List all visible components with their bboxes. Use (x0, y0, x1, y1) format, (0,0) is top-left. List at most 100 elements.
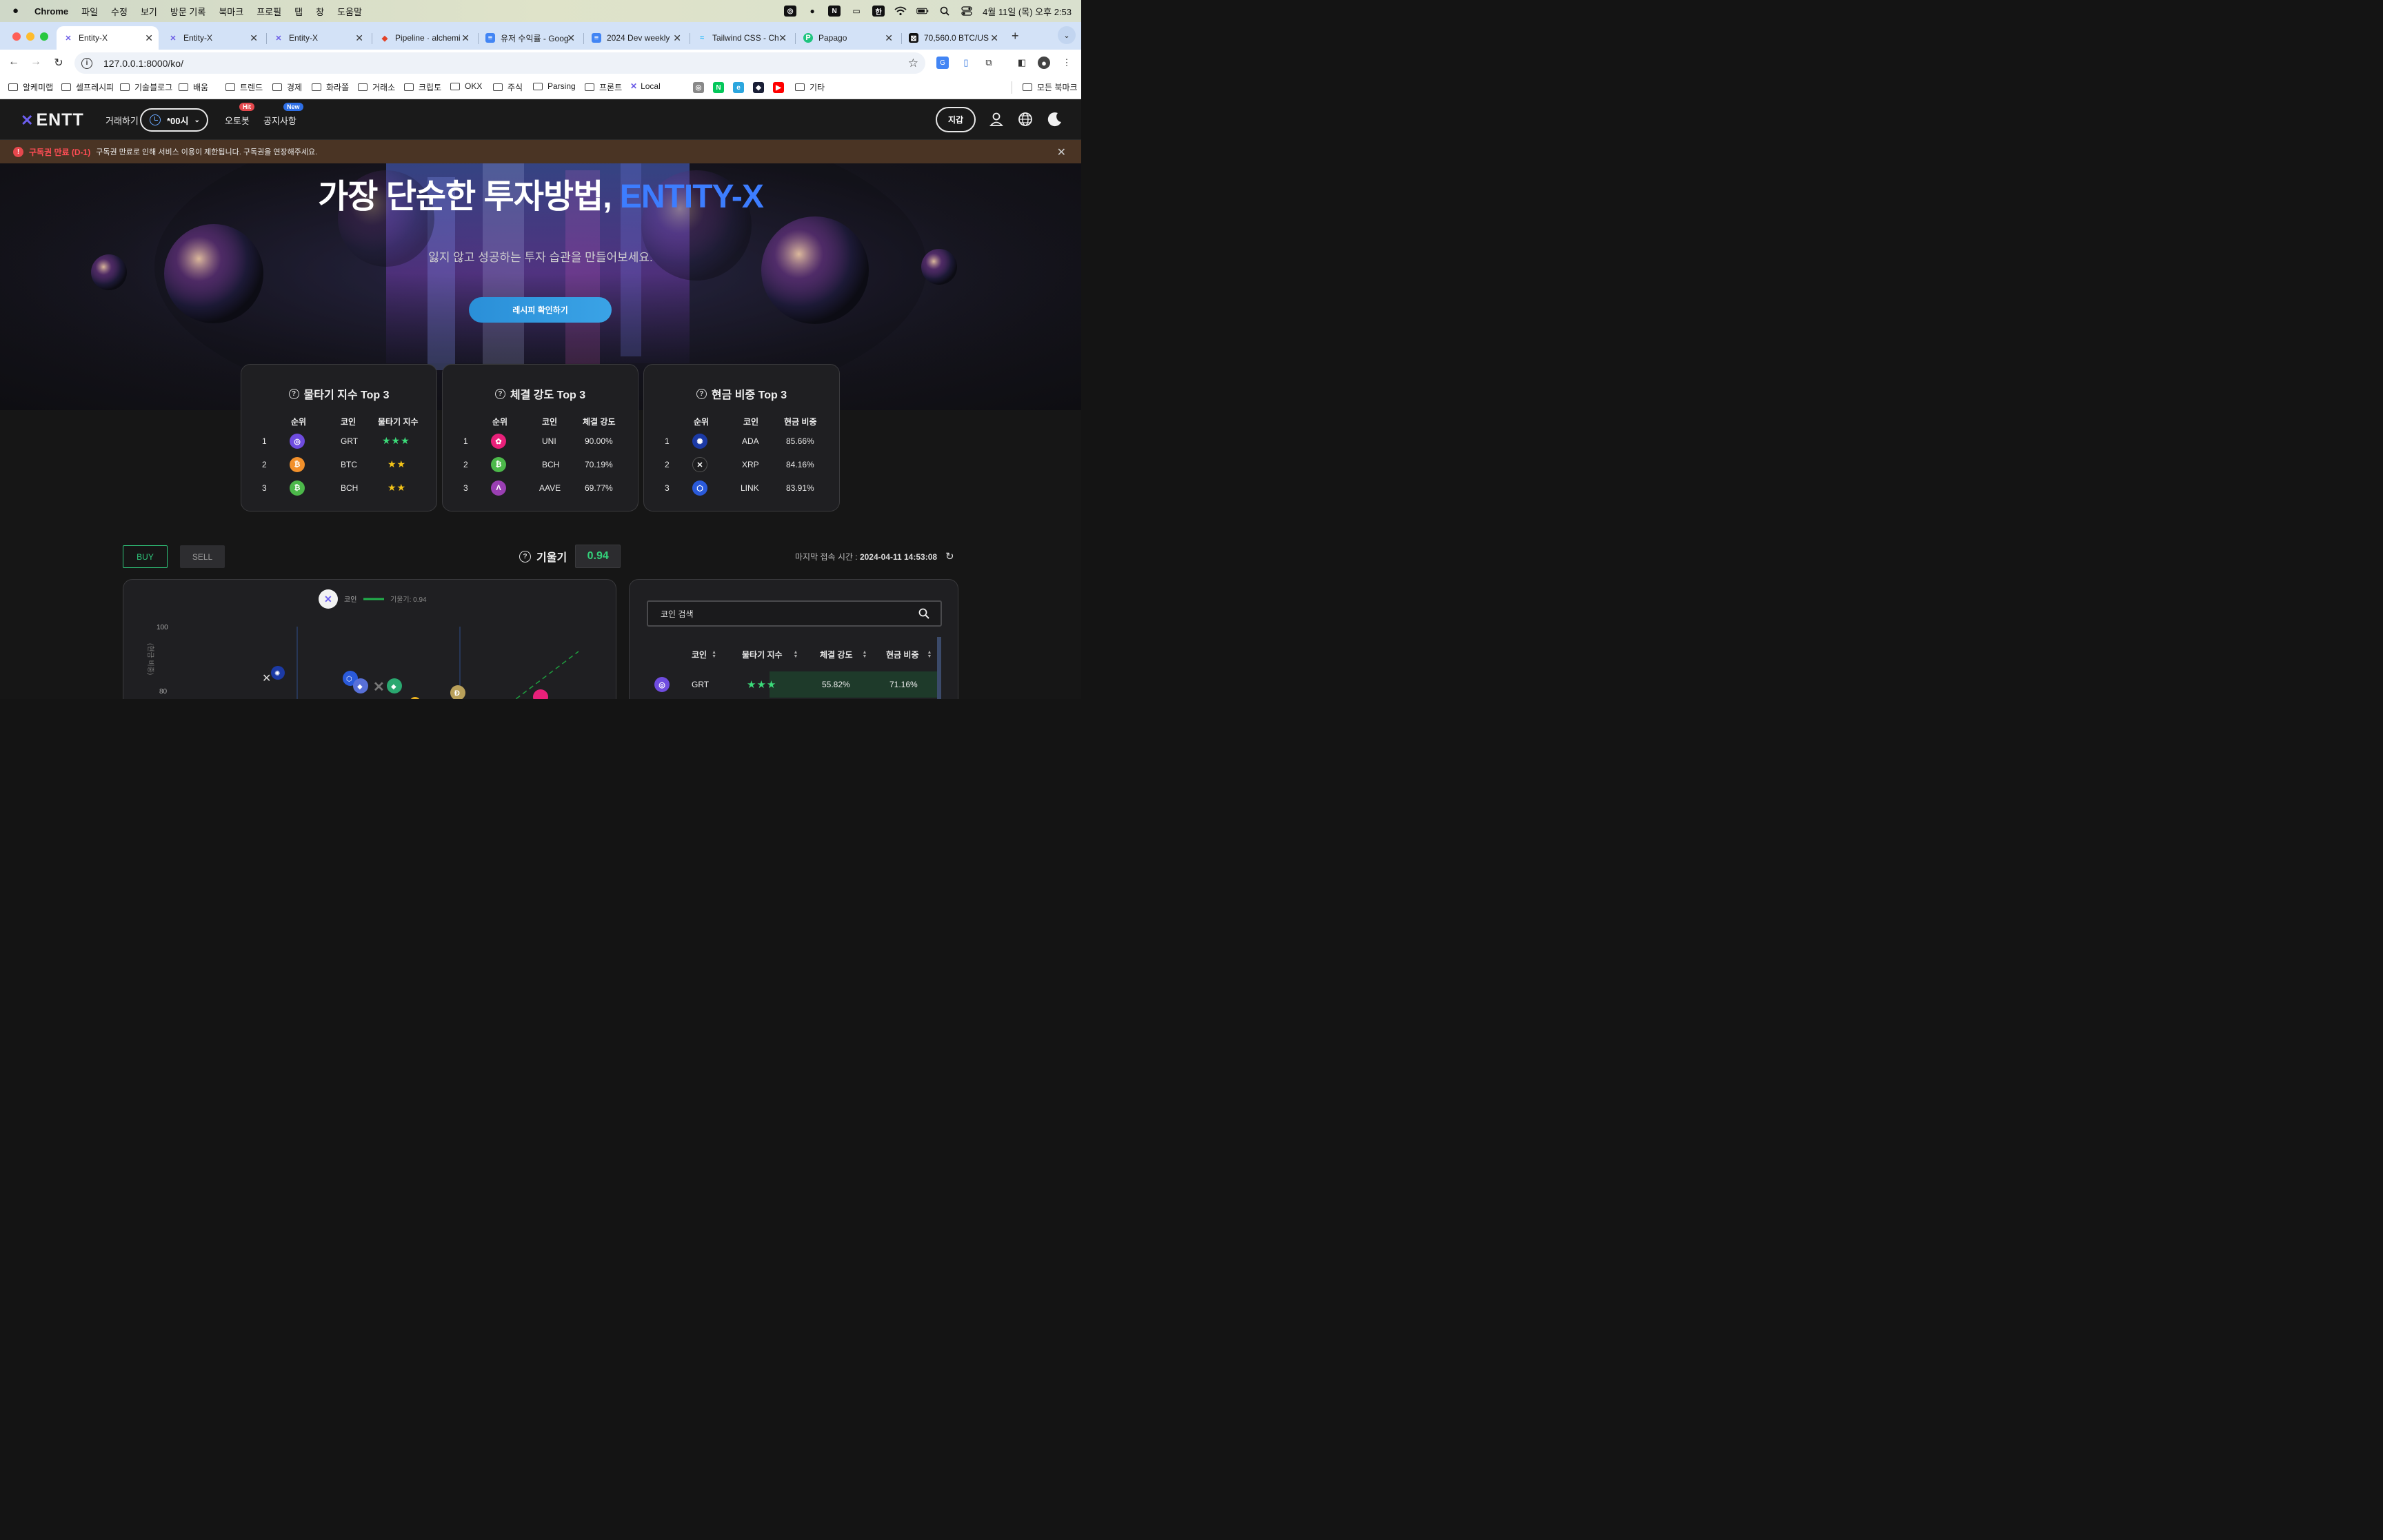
help-icon[interactable]: ? (494, 388, 505, 399)
bookmark-link[interactable]: ✕ Local (630, 81, 661, 91)
bookmark-folder[interactable]: 화라쫄 (312, 81, 349, 93)
globe-icon[interactable] (1017, 111, 1034, 128)
side-panel-icon[interactable]: ◧ (1016, 57, 1028, 69)
bookmark-folder[interactable]: 기술블로그 (120, 81, 172, 93)
control-center-icon[interactable] (961, 6, 973, 16)
menu-window[interactable]: 창 (316, 5, 324, 18)
table-row[interactable]: ◎ GRT ★★★ 55.82% 71.16% (630, 671, 937, 698)
table-row[interactable]: 3 ⬡ LINK 83.91% (644, 480, 839, 497)
help-icon[interactable]: ? (288, 388, 299, 399)
table-row[interactable]: 3 ₿ BCH ★★ (241, 480, 436, 497)
table-row[interactable]: 1 ✺ ADA 85.66% (644, 434, 839, 450)
site-info-icon[interactable]: i (81, 57, 92, 69)
tab-close-icon[interactable]: ✕ (778, 32, 787, 44)
forward-arrow-icon[interactable]: → (29, 56, 43, 68)
tab-close-icon[interactable]: ✕ (250, 32, 258, 44)
bookmark-folder[interactable]: 프론트 (585, 81, 622, 93)
refresh-icon[interactable]: ↻ (945, 550, 954, 563)
table-row[interactable]: 1 ◎ GRT ★★★ (241, 434, 436, 450)
browser-tab-4[interactable]: ◆ Pipeline · alchemi ✕ (373, 26, 475, 50)
browser-tab-5[interactable]: ≡ 유저 수익률 - Goog ✕ (479, 26, 581, 50)
nav-autobot-link[interactable]: 오토봇 (225, 114, 250, 127)
tab-close-icon[interactable]: ✕ (145, 32, 153, 44)
tab-close-icon[interactable]: ✕ (885, 32, 893, 44)
browser-tab-2[interactable]: ✕ Entity-X ✕ (161, 26, 263, 50)
chat-status-icon[interactable]: ● (806, 6, 818, 16)
menu-help[interactable]: 도움말 (337, 5, 362, 18)
extensions-puzzle-icon[interactable]: ⧉ (983, 57, 995, 69)
table-row[interactable]: 2 ₿ BTC ★★ (241, 457, 436, 474)
browser-tab-3[interactable]: ✕ Entity-X ✕ (267, 26, 369, 50)
bookmark-folder[interactable]: Parsing (533, 81, 576, 91)
window-close-button[interactable] (12, 32, 21, 41)
help-icon[interactable]: ? (519, 550, 531, 563)
battery-icon[interactable] (916, 6, 929, 16)
browser-tab-9[interactable]: ⊠ 70,560.0 BTC/US ✕ (902, 26, 1004, 50)
wallet-button[interactable]: 지갑 (936, 107, 976, 132)
table-row[interactable]: 1 ✿ UNI 90.00% (443, 434, 638, 450)
col-header-water-index[interactable]: 물타기 지수 ▲ ▼ (742, 649, 798, 660)
recipe-cta-button[interactable]: 레시피 확인하기 (469, 297, 612, 323)
table-row[interactable]: 2 ₿ BCH 70.19% (443, 457, 638, 474)
buy-tab-button[interactable]: BUY (123, 545, 168, 568)
nav-trade-link[interactable]: 거래하기 (105, 114, 139, 127)
bookmark-folder[interactable]: 경제 (272, 81, 302, 93)
window-status-icon[interactable]: ▭ (850, 6, 863, 16)
profile-avatar[interactable]: ● (1038, 57, 1050, 69)
youtube-bookmark-icon[interactable]: ▶ (773, 82, 784, 93)
site-logo[interactable]: ✕ ENTT (21, 110, 84, 130)
back-arrow-icon[interactable]: ← (7, 56, 21, 68)
menu-edit[interactable]: 수정 (111, 5, 128, 18)
all-bookmarks-folder[interactable]: 모든 북마크 (1023, 81, 1078, 93)
col-header-coin[interactable]: 코인 ▲ ▼ (692, 649, 716, 660)
tab-search-chevron-icon[interactable]: ⌄ (1058, 26, 1076, 44)
naver-bookmark-icon[interactable]: N (713, 82, 724, 93)
tab-close-icon[interactable]: ✕ (461, 32, 470, 44)
binance-bookmark-icon[interactable]: ◆ (753, 82, 764, 93)
browser-menu-icon[interactable]: ⋮ (1060, 57, 1073, 69)
tab-close-icon[interactable]: ✕ (355, 32, 363, 44)
apple-icon[interactable]: ● (12, 6, 23, 17)
menu-history[interactable]: 방문 기록 (170, 5, 205, 18)
status-app-icon[interactable]: ◎ (784, 6, 797, 17)
wifi-icon[interactable] (894, 6, 907, 16)
help-icon[interactable]: ? (696, 388, 707, 399)
spotlight-search-icon[interactable] (938, 6, 951, 16)
col-header-cash-ratio[interactable]: 현금 비중 ▲ ▼ (886, 649, 932, 660)
window-minimize-button[interactable] (26, 32, 34, 41)
bookmark-folder[interactable]: 크립토 (404, 81, 441, 93)
bookmark-folder[interactable]: 기타 (795, 81, 825, 93)
search-icon[interactable] (918, 608, 929, 619)
chatgpt-bookmark-icon[interactable]: ◎ (693, 82, 704, 93)
address-bar[interactable]: i 127.0.0.1:8000/ko/ ☆ (74, 52, 925, 74)
menu-bookmarks[interactable]: 북마크 (219, 5, 243, 18)
menubar-clock[interactable]: 4월 11일 (목) 오후 2:53 (983, 5, 1072, 18)
browser-tab-1[interactable]: ✕ Entity-X ✕ (57, 26, 159, 50)
menu-app-name[interactable]: Chrome (34, 6, 68, 17)
google-translate-extension-icon[interactable]: G (936, 57, 949, 69)
browser-tab-6[interactable]: ≡ 2024 Dev weekly ✕ (585, 26, 687, 50)
bookmark-star-icon[interactable]: ☆ (908, 57, 918, 70)
menu-file[interactable]: 파일 (81, 5, 98, 18)
menu-profile[interactable]: 프로필 (257, 5, 281, 18)
list-scrollbar-thumb[interactable] (937, 637, 941, 699)
table-row[interactable]: 2 ✕ XRP 84.16% (644, 457, 839, 474)
notion-status-icon[interactable]: N (828, 6, 841, 17)
bookmark-folder[interactable]: 알케미랩 (8, 81, 53, 93)
reload-icon[interactable]: ↻ (52, 56, 66, 70)
browser-tab-7[interactable]: ≈ Tailwind CSS - Ch ✕ (690, 26, 792, 50)
bookmark-folder[interactable]: 셀프레시피 (61, 81, 114, 93)
bookmark-folder[interactable]: OKX (450, 81, 482, 91)
dark-mode-moon-icon[interactable] (1046, 111, 1063, 128)
coin-search-input[interactable]: 코인 검색 (647, 600, 942, 627)
time-select-dropdown[interactable]: *00시 ⌄ (140, 108, 208, 132)
input-source-indicator[interactable]: 한 (872, 6, 885, 17)
tab-close-icon[interactable]: ✕ (990, 32, 998, 44)
browser-tab-8[interactable]: P Papago ✕ (796, 26, 898, 50)
clipboard-extension-icon[interactable]: ▯ (960, 57, 972, 69)
sell-tab-button[interactable]: SELL (180, 545, 225, 568)
bookmark-folder[interactable]: 거래소 (358, 81, 395, 93)
tab-close-icon[interactable]: ✕ (673, 32, 681, 44)
new-tab-button[interactable]: + (1012, 29, 1019, 43)
close-icon[interactable]: ✕ (1057, 145, 1066, 159)
